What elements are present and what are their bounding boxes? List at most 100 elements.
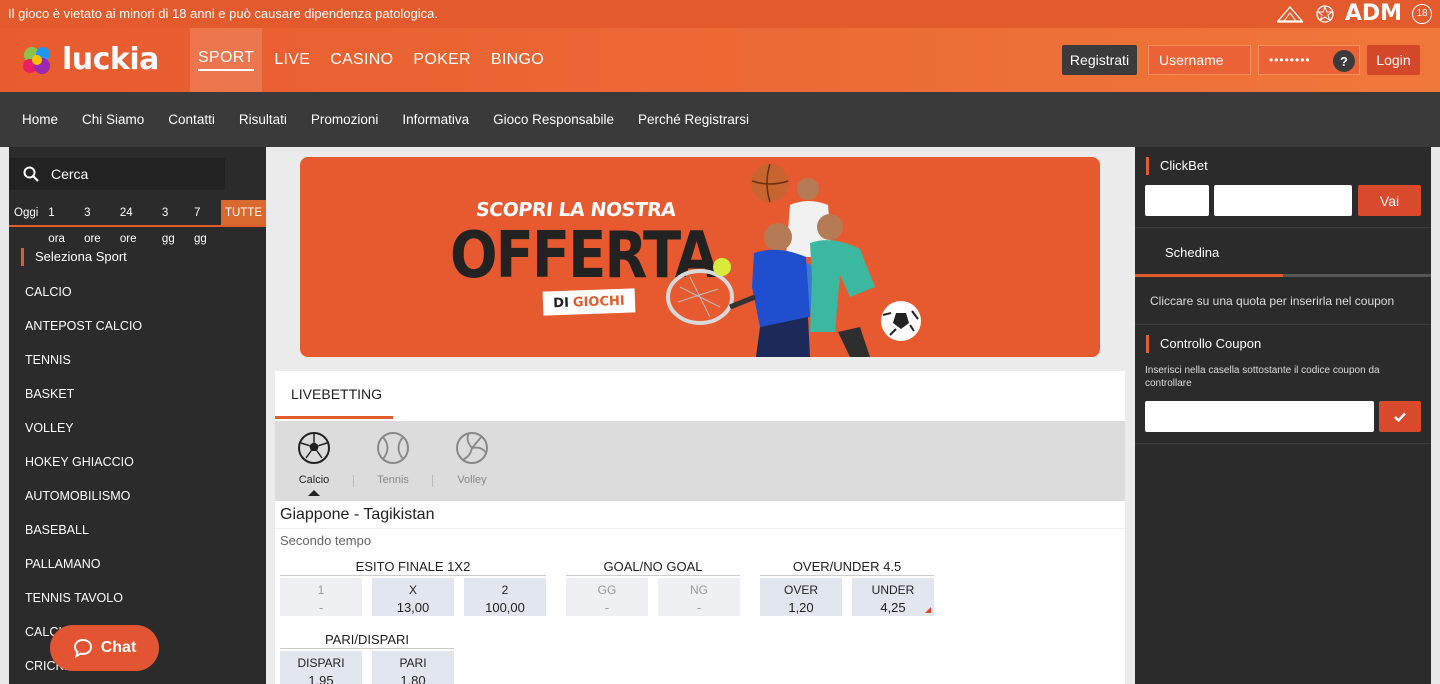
age-warning-bar: Il gioco è vietato ai minori di 18 anni … [0, 0, 1440, 28]
subnav-risultati[interactable]: Risultati [239, 112, 287, 127]
live-tab-volley[interactable]: Volley [432, 431, 512, 486]
sport-item-antepost-calcio[interactable]: ANTEPOST CALCIO [25, 317, 142, 351]
odd-1x2-1[interactable]: 1- [280, 578, 362, 616]
regulator-logos: ADM 18 [1275, 1, 1432, 26]
time-filter-3-gg[interactable]: 3 gg [157, 200, 189, 245]
sport-item-automobilismo[interactable]: AUTOMOBILISMO [25, 487, 142, 521]
soccer-ball-icon [298, 432, 330, 464]
luckia-logo-icon [23, 46, 50, 74]
luckia-logo[interactable]: luckia [20, 42, 159, 77]
search-icon [23, 166, 39, 182]
sport-item-hokey-ghiaccio[interactable]: HOKEY GHIACCIO [25, 453, 142, 487]
clickbet-title: ClickBet [1146, 157, 1208, 175]
live-tab-tennis[interactable]: Tennis [353, 431, 433, 486]
sport-sidebar: Cerca Oggi 1 ora 3 ore 24 ore 3 gg 7 gg … [9, 147, 267, 684]
coupon-check-button[interactable] [1379, 401, 1421, 432]
login-button[interactable]: Login [1367, 45, 1420, 75]
sport-item-volley[interactable]: VOLLEY [25, 419, 142, 453]
tennis-ball-icon [377, 432, 409, 464]
active-tab-caret-icon [308, 490, 320, 496]
live-tab-volley-label: Volley [457, 474, 487, 486]
top-nav-casino[interactable]: CASINO [322, 28, 401, 92]
sport-item-baseball[interactable]: BASEBALL [25, 521, 142, 555]
subnav-contatti[interactable]: Contatti [168, 112, 215, 127]
sport-item-calcio[interactable]: CALCIO [25, 283, 142, 317]
luckia-wordmark: luckia [62, 42, 159, 77]
odd-dispari[interactable]: DISPARI 1,95 [280, 651, 362, 684]
time-filter-tutte[interactable]: TUTTE [220, 200, 267, 226]
subnav-informativa[interactable]: Informativa [402, 112, 469, 127]
banner-line-3: DI GIOCHI [542, 288, 636, 316]
live-tab-tennis-label: Tennis [377, 474, 409, 486]
subnav-promozioni[interactable]: Promozioni [311, 112, 379, 127]
username-input[interactable]: Username [1148, 45, 1251, 75]
age-warning-text: Il gioco è vietato ai minori di 18 anni … [8, 6, 439, 21]
odd-ng[interactable]: NG - [658, 578, 740, 616]
odd-gg[interactable]: GG - [566, 578, 648, 616]
search-placeholder: Cerca [51, 166, 89, 182]
top-nav-live[interactable]: LIVE [266, 28, 318, 92]
divider [1135, 443, 1431, 444]
divider [275, 528, 1125, 529]
market-1x2-title: ESITO FINALE 1X2 [280, 559, 546, 576]
select-sport-heading: Seleziona Sport [21, 248, 127, 266]
schedina-tab-track [1283, 274, 1431, 277]
clickbet-go-button[interactable]: Vai [1358, 185, 1421, 216]
clickbet-code-input[interactable] [1214, 185, 1352, 216]
subnav-home[interactable]: Home [22, 112, 58, 127]
checkmark-icon [1394, 412, 1406, 422]
main-content: SCOPRI LA NOSTRA OFFERTA DI GIOCHI LIVEBE… [266, 147, 1134, 684]
subnav-perche-registrarsi[interactable]: Perché Registrarsi [638, 112, 749, 127]
time-filter-bar: Oggi 1 ora 3 ore 24 ore 3 gg 7 gg TUTTE [9, 200, 267, 245]
odd-1x2-2[interactable]: 2 100,00 [464, 578, 546, 616]
odd-pari[interactable]: PARI 1,80 [372, 651, 454, 684]
odd-under[interactable]: UNDER 4,25 [852, 578, 934, 616]
promo-banner[interactable]: SCOPRI LA NOSTRA OFFERTA DI GIOCHI [300, 157, 1100, 357]
schedina-tab[interactable]: Schedina [1165, 245, 1219, 260]
schedina-tab-underline [1135, 274, 1283, 277]
time-filter-3-ore[interactable]: 3 ore [79, 200, 115, 245]
subnav-gioco-responsabile[interactable]: Gioco Responsabile [493, 112, 614, 127]
secondary-nav: Home Chi Siamo Contatti Risultati Promoz… [0, 92, 1440, 147]
odd-1x2-x[interactable]: X 13,00 [372, 578, 454, 616]
schedina-empty-text: Cliccare su una quota per inserirla nel … [1150, 294, 1395, 308]
clickbet-event-input[interactable] [1145, 185, 1209, 216]
live-tab-calcio[interactable]: Calcio [274, 431, 354, 496]
time-filter-underline [9, 225, 266, 227]
top-nav-poker[interactable]: POKER [405, 28, 479, 92]
age-18-badge: 18 [1412, 4, 1432, 24]
livebetting-title[interactable]: LIVEBETTING [291, 386, 382, 402]
top-nav-sport[interactable]: SPORT [190, 28, 263, 92]
sport-item-tennis[interactable]: TENNIS [25, 351, 142, 385]
time-filter-1-ora[interactable]: 1 ora [43, 200, 79, 245]
live-sport-tabs: Calcio Tennis Volley [275, 421, 1125, 501]
sport-item-tennis-tavolo[interactable]: TENNIS TAVOLO [25, 589, 142, 623]
adm-logo: ADM [1344, 1, 1402, 26]
password-help-button[interactable]: ? [1333, 50, 1355, 72]
main-header: luckia SPORT LIVE CASINO POKER BINGO Reg… [0, 28, 1440, 92]
odd-over[interactable]: OVER 1,20 [760, 578, 842, 616]
register-button[interactable]: Registrati [1062, 45, 1137, 75]
chat-label: Chat [100, 639, 137, 656]
match-name[interactable]: Giappone - Tagikistan [280, 506, 434, 524]
divider [1135, 227, 1431, 228]
time-filter-24-ore[interactable]: 24 ore [115, 200, 157, 245]
time-filter-7-gg[interactable]: 7 gg [189, 200, 221, 245]
market-goal-nogoal-title: GOAL/NO GOAL [566, 559, 740, 576]
top-nav-bingo[interactable]: BINGO [483, 28, 552, 92]
live-tab-calcio-label: Calcio [298, 474, 330, 486]
top-nav: SPORT LIVE CASINO POKER BINGO [190, 28, 556, 92]
subnav-chi-siamo[interactable]: Chi Siamo [82, 112, 144, 127]
chat-button[interactable]: Chat [50, 625, 159, 671]
time-filter-oggi[interactable]: Oggi [9, 200, 43, 226]
match-period: Secondo tempo [280, 533, 372, 548]
controllo-coupon-help: Inserisci nella casella sottostante il c… [1145, 365, 1380, 389]
sport-item-basket[interactable]: BASKET [25, 385, 142, 419]
sport-search-input[interactable]: Cerca [9, 158, 225, 190]
bet-slip-panel: ClickBet Vai Schedina Cliccare su una qu… [1135, 147, 1431, 684]
sport-list: CALCIO ANTEPOST CALCIO TENNIS BASKET VOL… [25, 283, 142, 684]
livebetting-underline [275, 416, 393, 419]
coupon-code-input[interactable] [1145, 401, 1374, 432]
athletes-illustration [666, 163, 921, 357]
sport-item-pallamano[interactable]: PALLAMANO [25, 555, 142, 589]
